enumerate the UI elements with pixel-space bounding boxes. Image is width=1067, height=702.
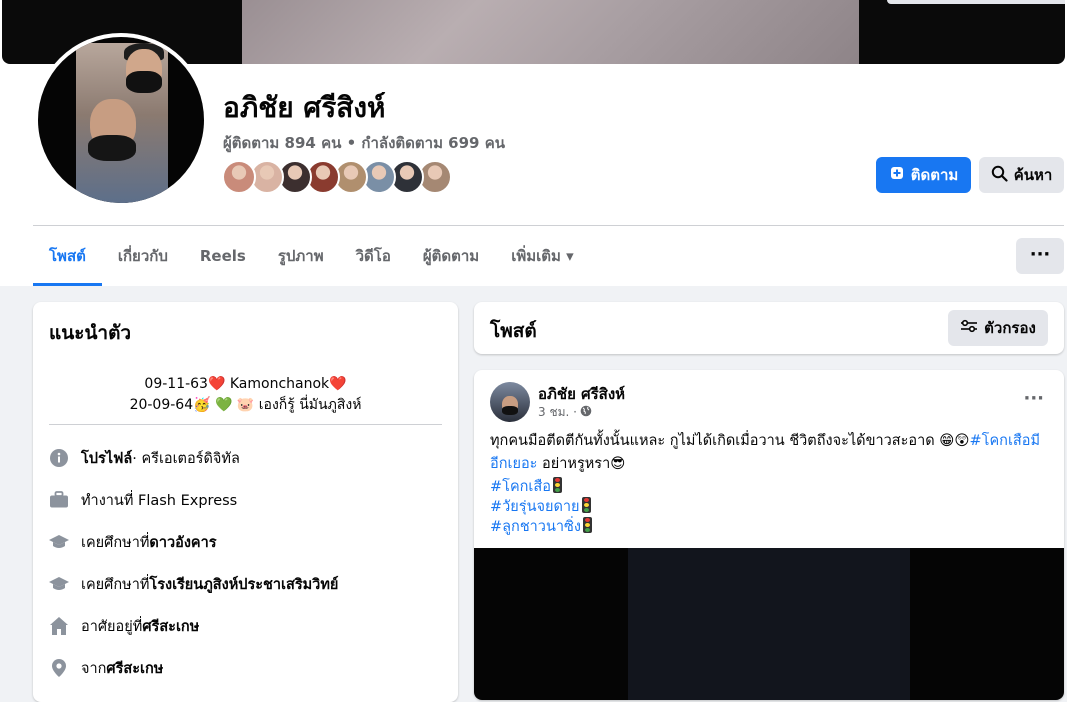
intro-row-hometown: จาก ศรีสะเกษ (49, 655, 163, 681)
more-options-button[interactable]: ··· (1016, 238, 1064, 274)
tab-more[interactable]: เพิ่มเติม ▾ (495, 226, 589, 286)
globe-icon (580, 405, 592, 420)
post-author-avatar[interactable] (490, 382, 530, 422)
intro-row-text: · ครีเอเตอร์ดิจิทัล (132, 450, 240, 467)
post-media-frame (628, 548, 910, 700)
info-icon (49, 448, 69, 468)
filter-label: ตัวกรอง (984, 319, 1036, 337)
posts-title: โพสต์ (490, 320, 537, 342)
ellipsis-icon: ··· (1029, 244, 1051, 265)
profile-avatar[interactable] (34, 33, 208, 207)
intro-bio: 09-11-63❤️ Kamonchanok❤️ 20-09-64🥳 💚 🐷 เ… (49, 374, 442, 416)
intro-row-text: จาก (81, 660, 107, 677)
post-hashtag[interactable]: #วัยรุ่นจยดาย (490, 499, 580, 515)
profile-tabs: โพสต์ เกี่ยวกับ Reels รูปภาพ วิดีโอ ผู้ต… (33, 226, 590, 286)
post-hashtag[interactable]: #โคกเสือ (490, 479, 551, 495)
post-media[interactable] (474, 548, 1064, 700)
intro-row-bold: โปรไฟล์ (81, 450, 133, 467)
intro-row-bold[interactable]: ศรีสะเกษ (142, 615, 199, 638)
post-card: อภิชัย ศรีสิงห์ 3 ชม. · ··· ทุกคนมือตีดต… (474, 370, 1064, 700)
follow-button[interactable]: ติดตาม (876, 157, 971, 193)
search-button[interactable]: ค้นหา (979, 157, 1064, 193)
intro-row-bold[interactable]: ศรีสะเกษ (106, 657, 163, 680)
posts-header: โพสต์ ตัวกรอง (474, 302, 1064, 354)
cover-image (242, 0, 859, 64)
friend-avatars[interactable] (222, 160, 462, 194)
intro-title: แนะนำตัว (49, 322, 132, 344)
post-text: ทุกคนมือตีดตีกันทั้งนั้นแหละ กูไม่ได้เกิ… (490, 430, 1045, 476)
post-hashtag[interactable]: #ลูกชาวนาซิ่ง (490, 519, 581, 535)
friend-avatar[interactable] (222, 160, 256, 194)
search-label: ค้นหา (1013, 166, 1053, 184)
intro-row-text: ทำงานที่ Flash Express (81, 492, 238, 509)
avatar-image (38, 37, 204, 203)
intro-row-bold[interactable]: ดาวอังคาร (149, 531, 216, 554)
intro-row-residence: อาศัยอยู่ที่ ศรีสะเกษ (49, 613, 199, 639)
tab-photos[interactable]: รูปภาพ (262, 226, 340, 286)
post-options-button[interactable]: ··· (1023, 388, 1044, 409)
post-text-main: ทุกคนมือตีดตีกันทั้งนั้นแหละ กูไม่ได้เกิ… (490, 433, 970, 449)
home-icon (49, 616, 69, 636)
bio-line: 20-09-64🥳 💚 🐷 เองก็รู้ นี่มันภูสิงห์ (129, 397, 362, 413)
intro-row-text: เคยศึกษาที่ (81, 576, 150, 593)
intro-divider (49, 424, 442, 425)
tab-followers[interactable]: ผู้ติดตาม (407, 226, 495, 286)
intro-row-education: เคยศึกษาที่ ดาวอังคาร (49, 529, 217, 555)
cover-edit-button[interactable] (887, 0, 1065, 4)
sliders-icon (960, 319, 978, 337)
post-timestamp[interactable]: 3 ชม. · (538, 403, 592, 422)
traffic-light-icon (582, 517, 592, 533)
intro-card: แนะนำตัว 09-11-63❤️ Kamonchanok❤️ 20-09-… (33, 302, 458, 702)
intro-row-profile: โปรไฟล์ · ครีเอเตอร์ดิจิทัล (49, 445, 240, 471)
intro-row-bold[interactable]: โรงเรียนภูสิงห์ประชาเสริมวิทย์ (149, 573, 338, 596)
bio-line: 09-11-63❤️ Kamonchanok❤️ (144, 376, 347, 392)
follow-icon (889, 165, 905, 185)
intro-row-text: เคยศึกษาที่ (81, 534, 150, 551)
briefcase-icon (49, 490, 69, 510)
intro-row-text: อาศัยอยู่ที่ (81, 618, 143, 635)
post-time-text: 3 ชม. · (538, 405, 577, 419)
tab-reels[interactable]: Reels (184, 226, 262, 286)
follow-label: ติดตาม (910, 166, 959, 184)
graduation-cap-icon (49, 532, 69, 552)
post-hashtags: #โคกเสือ #วัยรุ่นจยดาย #ลูกชาวนาซิ่ง (490, 477, 592, 537)
tab-videos[interactable]: วิดีโอ (340, 226, 407, 286)
profile-name: อภิชัย ศรีสิงห์ (223, 91, 386, 124)
tab-about[interactable]: เกี่ยวกับ (102, 226, 184, 286)
traffic-light-icon (581, 497, 591, 513)
intro-row-education: เคยศึกษาที่ โรงเรียนภูสิงห์ประชาเสริมวิท… (49, 571, 338, 597)
follow-counts[interactable]: ผู้ติดตาม 894 คน • กำลังติดตาม 699 คน (223, 131, 505, 155)
profile-header: อภิชัย ศรีสิงห์ ผู้ติดตาม 894 คน • กำลัง… (0, 0, 1067, 286)
intro-row-work: ทำงานที่ Flash Express (49, 487, 237, 513)
filter-button[interactable]: ตัวกรอง (948, 310, 1048, 346)
tab-posts[interactable]: โพสต์ (33, 226, 102, 286)
traffic-light-icon (552, 477, 562, 493)
search-icon (991, 165, 1008, 186)
graduation-cap-icon (49, 574, 69, 594)
location-pin-icon (49, 658, 69, 678)
post-text-tail: อย่าหรูหรา😎 (537, 456, 626, 472)
